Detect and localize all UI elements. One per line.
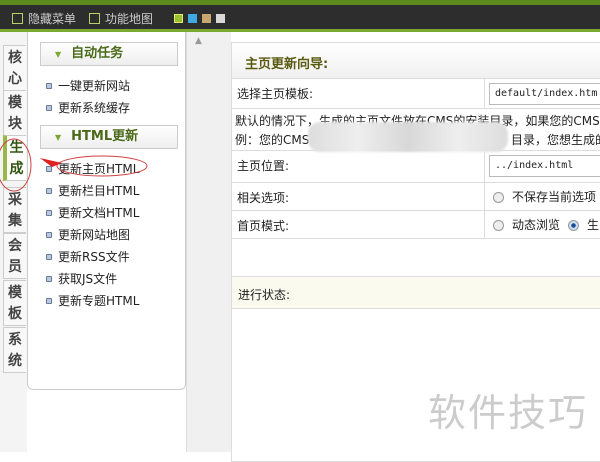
annotation-arrow-icon [40,158,62,167]
annotation-circle-tab [0,138,32,192]
annotation-circle-item [56,155,148,177]
watermark: 软件技巧 [428,391,589,435]
